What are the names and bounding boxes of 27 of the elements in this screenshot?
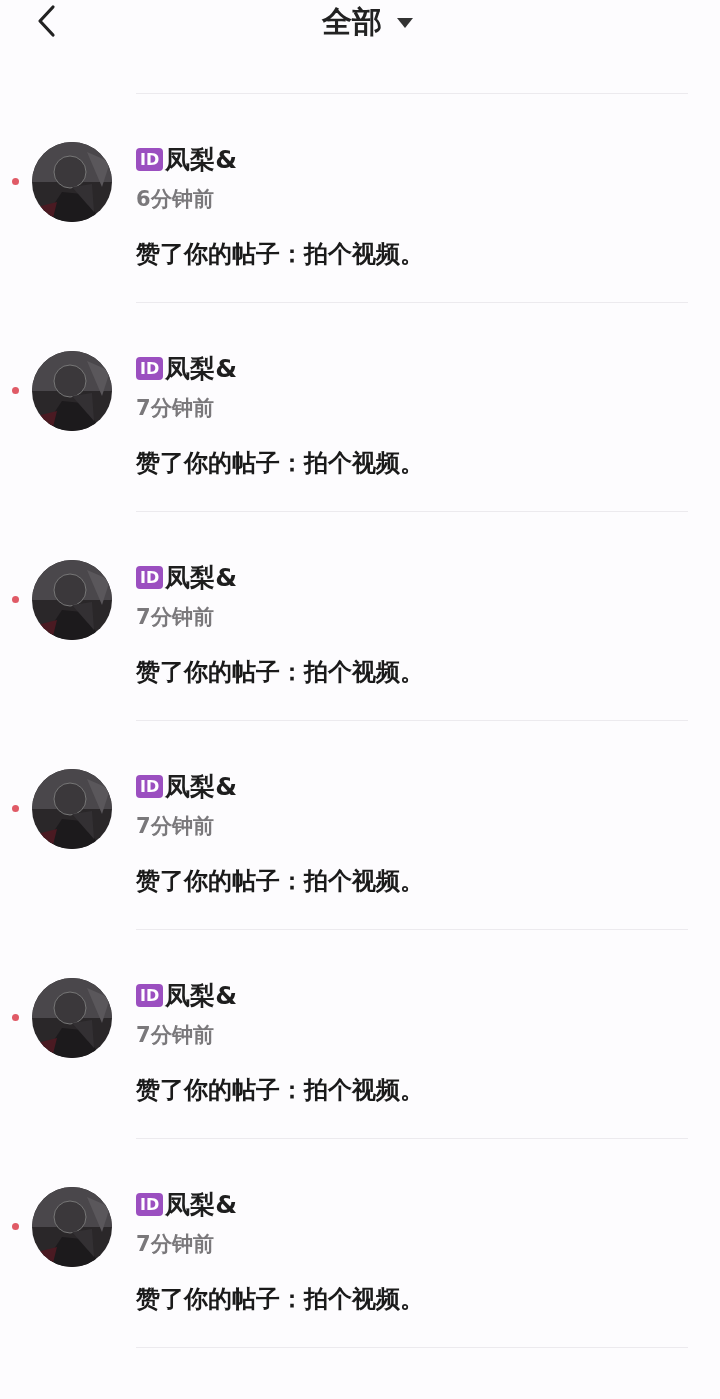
user-name[interactable]: 凤梨&: [165, 769, 238, 803]
user-name[interactable]: 凤梨&: [165, 978, 238, 1012]
time-ago: 7分钟前: [136, 813, 215, 840]
time-ago: 7分钟前: [136, 1022, 215, 1049]
notification-message: 赞了你的帖子：拍个视频。: [136, 239, 425, 270]
id-badge: ID: [136, 147, 164, 171]
user-name[interactable]: 凤梨&: [165, 1187, 238, 1221]
back-icon[interactable]: [36, 4, 56, 38]
notification-message: 赞了你的帖子：拍个视频。: [136, 657, 425, 688]
id-badge: ID: [136, 356, 164, 380]
notification-message: 赞了你的帖子：拍个视频。: [136, 866, 425, 897]
notification-message: 赞了你的帖子：拍个视频。: [136, 448, 425, 479]
id-badge: ID: [136, 565, 164, 589]
user-name[interactable]: 凤梨&: [165, 142, 238, 176]
notification-message: 赞了你的帖子：拍个视频。: [136, 1284, 425, 1315]
filter-title[interactable]: 全部: [322, 2, 382, 43]
user-name[interactable]: 凤梨&: [165, 560, 238, 594]
id-badge: ID: [136, 983, 164, 1007]
user-name[interactable]: 凤梨&: [165, 351, 238, 385]
id-badge: ID: [136, 1192, 164, 1216]
id-badge: ID: [136, 774, 164, 798]
time-ago: 7分钟前: [136, 1231, 215, 1258]
caret-icon[interactable]: [396, 16, 414, 29]
time-ago: 7分钟前: [136, 604, 215, 631]
time-ago: 6分钟前: [136, 186, 215, 213]
notification-message: 赞了你的帖子：拍个视频。: [136, 1075, 425, 1106]
time-ago: 7分钟前: [136, 395, 215, 422]
